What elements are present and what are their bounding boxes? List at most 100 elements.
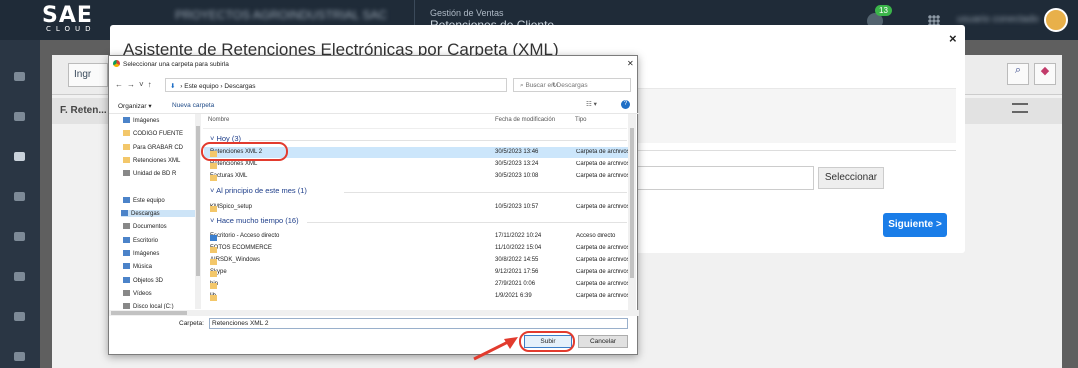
background-new-button[interactable]: Ingr xyxy=(68,63,108,87)
nav-pane-item[interactable]: Para GRABAR CD xyxy=(123,143,184,151)
sidebar-users-icon[interactable] xyxy=(14,72,25,81)
file-row[interactable]: bin 27/9/2021 0:06 Carpeta de archivos xyxy=(204,279,628,290)
file-type: Carpeta de archivos xyxy=(576,293,628,299)
divider xyxy=(203,128,627,129)
nav-pane-item-label: Documentos xyxy=(133,224,167,231)
cancel-button[interactable]: Cancelar xyxy=(578,335,628,348)
nav-pane-item[interactable]: Imágenes xyxy=(123,250,159,257)
nav-pane-item-label: Imágenes xyxy=(133,118,160,124)
nav-pane-item[interactable]: Este equipo xyxy=(123,196,165,204)
file-type: Carpeta de archivos xyxy=(576,173,628,179)
file-date: 27/9/2021 0:06 xyxy=(495,281,536,287)
nav-pane-item[interactable]: Objetos 3D xyxy=(123,276,163,284)
video-icon xyxy=(123,289,130,296)
nav-pane-item[interactable]: Documentos xyxy=(123,223,167,230)
divider xyxy=(249,140,627,141)
folder-icon xyxy=(210,175,217,181)
nav-pane-item-label: Para GRABAR CD xyxy=(133,144,184,151)
nav-pane-item[interactable]: Música xyxy=(123,263,152,270)
nav-pane-item[interactable]: Imágenes xyxy=(123,117,159,124)
column-header-name[interactable]: Nombre xyxy=(208,117,229,123)
file-date: 10/5/2023 10:57 xyxy=(495,204,539,210)
sidebar-database-icon[interactable] xyxy=(14,192,25,201)
column-header-date[interactable]: Fecha de modificación xyxy=(495,117,555,123)
sidebar-shield-icon[interactable] xyxy=(14,352,25,361)
file-row[interactable]: Escritorio - Acceso directo 17/11/2022 10… xyxy=(204,231,628,242)
close-icon[interactable]: × xyxy=(949,31,957,46)
breadcrumb-this-pc[interactable]: Este equipo xyxy=(184,83,218,90)
nav-pane-item-label: Imágenes xyxy=(133,251,160,257)
sidebar-truck-icon[interactable] xyxy=(14,112,25,121)
folder-icon xyxy=(210,163,217,169)
divider xyxy=(344,192,627,193)
file-name: FOTOS ECOMMERCE xyxy=(210,245,272,253)
sidebar-sales-icon[interactable] xyxy=(14,152,25,161)
dialog-close-icon[interactable]: ✕ xyxy=(627,59,634,68)
file-name-text: Retenciones XML xyxy=(210,161,258,167)
file-type: Carpeta de archivos xyxy=(576,257,628,263)
folder-label: Carpeta: xyxy=(179,320,204,327)
filter-icon[interactable] xyxy=(1012,103,1028,113)
file-date: 30/5/2023 13:46 xyxy=(495,149,539,155)
group-header-long-ago[interactable]: ˅ Hace mucho tiempo (16) xyxy=(210,216,299,225)
drive-icon xyxy=(123,303,130,309)
file-name: KMSpico_setup xyxy=(210,204,252,212)
file-date: 11/10/2022 15:04 xyxy=(495,245,542,251)
nav-pane-item[interactable]: Disco local (C:) xyxy=(123,303,174,309)
sidebar-chart-icon[interactable] xyxy=(14,232,25,241)
file-row[interactable]: KMSpico_setup 10/5/2023 10:57 Carpeta de a… xyxy=(204,202,628,213)
file-row[interactable]: AIRSDK_Windows 30/8/2022 14:55 Carpeta de … xyxy=(204,255,628,266)
nav-pane-item[interactable]: Vídeos xyxy=(123,289,152,297)
help-icon[interactable]: ? xyxy=(621,100,630,109)
eraser-icon[interactable]: ◆ xyxy=(1034,63,1056,85)
user-name[interactable]: usuario conectado xyxy=(957,14,1039,25)
address-bar[interactable]: ⬇ › Este equipo › Descargas ⌵ ↻ xyxy=(165,78,557,92)
file-name-text: FOTOS ECOMMERCE xyxy=(210,245,272,251)
avatar[interactable] xyxy=(1044,8,1068,32)
folder-icon xyxy=(210,206,217,212)
shortcut-icon xyxy=(210,235,217,241)
nav-pane-item[interactable]: Retenciones XML xyxy=(123,156,181,164)
file-list-scrollbar[interactable] xyxy=(628,114,636,310)
folder-name-input[interactable]: Retenciones XML 2 xyxy=(209,318,628,329)
nav-pane-item[interactable]: Unidad de BD R xyxy=(123,170,176,177)
select-folder-button[interactable]: Seleccionar xyxy=(818,167,884,189)
file-name: Facturas XML xyxy=(210,173,247,181)
navigation-pane: Imágenes CODIGO FUENTE Para GRABAR CD Reten… xyxy=(109,114,195,309)
sidebar-card-icon[interactable] xyxy=(14,272,25,281)
search-input[interactable]: ⌕ Buscar en Descargas xyxy=(513,78,631,92)
breadcrumb-downloads[interactable]: Descargas xyxy=(224,83,255,90)
organize-button[interactable]: Organizar ▾ xyxy=(118,102,152,110)
group-header-this-month[interactable]: ˅ Al principio de este mes (1) xyxy=(210,186,307,195)
file-date: 30/8/2022 14:55 xyxy=(495,257,539,263)
nav-pane-item[interactable]: CODIGO FUENTE xyxy=(123,130,183,137)
annotation-arrow xyxy=(473,337,518,361)
desktop-icon xyxy=(123,236,130,243)
sidebar-finance-icon[interactable] xyxy=(14,312,25,321)
view-options-icon[interactable]: ☷ ▾ xyxy=(586,100,597,108)
company-name: PROYECTOS AGROINDUSTRIAL SAC xyxy=(175,8,388,22)
navigation-arrows[interactable]: ←→˅↑ xyxy=(115,80,156,89)
file-name: bin xyxy=(210,281,218,289)
folder-picker-dialog: Seleccionar una carpeta para subirla ✕ ←… xyxy=(108,55,639,355)
nav-pane-item[interactable]: Escritorio xyxy=(123,236,158,244)
folder-path-input[interactable] xyxy=(636,166,814,190)
new-folder-button[interactable]: Nueva carpeta xyxy=(172,102,214,109)
file-row[interactable]: FOTOS ECOMMERCE 11/10/2022 15:04 Carpeta d… xyxy=(204,243,628,254)
group-label: Al principio de este mes (1) xyxy=(216,186,307,195)
app-logo[interactable]: SAE CLOUD xyxy=(42,3,96,33)
notification-badge: 13 xyxy=(875,5,892,16)
downloads-icon xyxy=(121,210,128,217)
folder-icon xyxy=(210,259,217,265)
nav-pane-item[interactable]: Descargas xyxy=(121,210,195,218)
file-row[interactable]: Skype 9/12/2021 17:56 Carpeta de archivos xyxy=(204,267,628,278)
next-button[interactable]: Siguiente > xyxy=(883,213,947,237)
search-icon[interactable]: ⌕ xyxy=(1007,63,1029,85)
file-date: 30/5/2023 10:08 xyxy=(495,173,539,179)
horizontal-scrollbar[interactable] xyxy=(109,310,639,316)
file-row[interactable]: lib 1/9/2021 6:39 Carpeta de archivos xyxy=(204,291,628,302)
nav-pane-item-label: Retenciones XML xyxy=(133,157,181,164)
file-row[interactable]: Facturas XML 30/5/2023 10:08 Carpeta de ar… xyxy=(204,171,628,182)
nav-pane-scrollbar[interactable] xyxy=(195,114,201,309)
column-header-type[interactable]: Tipo xyxy=(575,117,586,123)
